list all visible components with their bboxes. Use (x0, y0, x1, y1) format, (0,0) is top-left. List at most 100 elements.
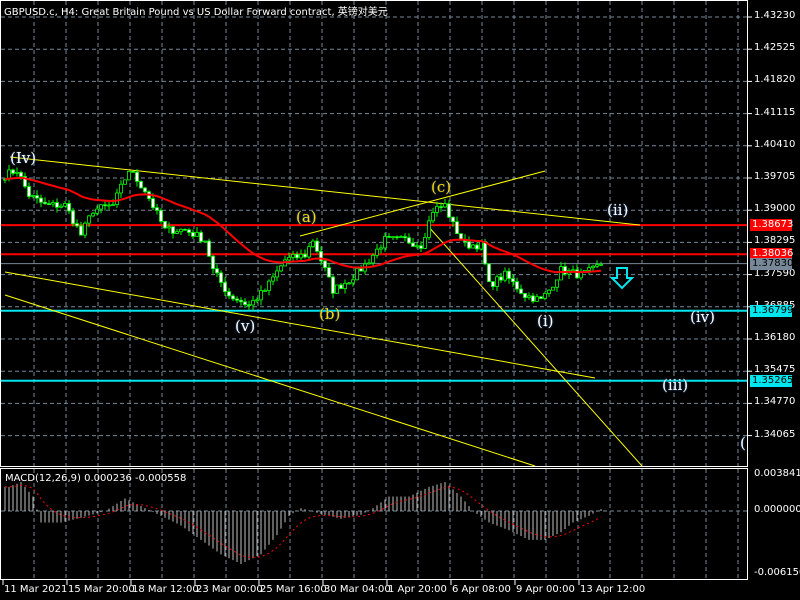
candle (375, 248, 379, 256)
price-tag: 1.36799 (750, 304, 794, 317)
candle (123, 179, 127, 185)
time-axis-label: 11 Mar 2021 (4, 584, 68, 595)
candle (183, 228, 187, 231)
candle (195, 232, 199, 237)
candle (111, 204, 115, 206)
candle (555, 279, 559, 288)
candle (143, 187, 147, 193)
time-axis-label: 6 Apr 08:00 (452, 584, 511, 595)
candle (423, 237, 427, 249)
price-axis-label: 1.38295 (754, 235, 796, 247)
macd-label: MACD(12,26,9) 0.000236 -0.000558 (5, 473, 187, 484)
macd-signal-line (5, 484, 602, 558)
candle (175, 231, 179, 234)
candle (203, 240, 207, 243)
candle (395, 236, 399, 239)
price-chart[interactable] (0, 0, 800, 600)
candle (335, 284, 339, 294)
wave-label: (ii) (607, 201, 629, 219)
wave-label: (Iv) (10, 149, 37, 167)
chart-window[interactable]: GBPUSD.c, H4: Great Britain Pound vs US … (0, 0, 800, 600)
candle (263, 290, 267, 292)
candle (199, 232, 203, 242)
candle (527, 295, 531, 298)
price-axis-label: 1.39000 (754, 203, 796, 215)
candle (231, 295, 235, 300)
candle (135, 171, 139, 182)
candle (119, 183, 123, 194)
candle (227, 291, 231, 297)
candle (379, 247, 383, 250)
candle (575, 269, 579, 279)
time-axis-label: 30 Mar 04:00 (324, 584, 391, 595)
candle (407, 237, 411, 244)
candle (391, 236, 395, 239)
candle (239, 299, 243, 303)
candle (247, 304, 251, 306)
candle (219, 272, 223, 283)
candle (495, 276, 499, 287)
candle (399, 236, 403, 238)
candle (179, 228, 183, 233)
candle (19, 171, 23, 177)
candle (163, 221, 167, 229)
candle (331, 276, 335, 294)
candle (295, 253, 299, 259)
candle (571, 269, 575, 272)
candle (167, 226, 171, 229)
candle (595, 264, 599, 267)
candle (507, 270, 511, 279)
candle (267, 280, 271, 291)
candle (115, 192, 119, 205)
candle (547, 289, 551, 294)
candle (127, 170, 131, 181)
main-frame (0, 0, 748, 467)
macd-axis-min: -0.006150 (754, 567, 800, 578)
time-axis-label: 13 Apr 12:00 (580, 584, 646, 595)
price-axis-label: 1.41820 (754, 74, 796, 86)
wave-label: (i) (537, 312, 554, 330)
candle (31, 195, 35, 197)
candle (11, 169, 15, 174)
candle (339, 284, 343, 289)
price-axis-label: 1.39705 (754, 171, 796, 182)
candle (59, 205, 63, 208)
time-axis-label: 15 Mar 20:00 (68, 584, 135, 595)
wave-label: ( (740, 434, 746, 452)
candle (343, 282, 347, 289)
candle (99, 204, 103, 210)
candle (367, 262, 371, 265)
candle (467, 241, 471, 249)
candle (355, 268, 359, 281)
candle (511, 278, 515, 283)
price-tag: 1.35265 (750, 374, 794, 387)
candle (499, 276, 503, 281)
candle (67, 203, 71, 212)
candle (171, 226, 175, 234)
candle (275, 270, 279, 278)
candle (443, 203, 447, 208)
price-axis-label: 1.34770 (754, 396, 796, 408)
candle (299, 253, 303, 259)
candle (475, 244, 479, 250)
candle (539, 296, 543, 299)
candle (587, 267, 591, 271)
candle (87, 215, 91, 224)
candle (347, 282, 351, 285)
price-axis-label: 1.43230 (754, 10, 796, 21)
time-axis-label: 23 Mar 00:00 (196, 584, 263, 595)
candle (243, 301, 247, 305)
candle (15, 171, 19, 174)
candle (51, 202, 55, 205)
time-axis-label: 1 Apr 20:00 (388, 584, 447, 595)
candle (315, 240, 319, 252)
time-axis-label: 9 Apr 00:00 (516, 584, 575, 595)
candle (151, 198, 155, 209)
candle (79, 225, 83, 236)
price-axis-label: 1.41115 (754, 106, 796, 118)
candle (459, 233, 463, 240)
price-axis-label: 1.40410 (754, 138, 796, 150)
candle (487, 263, 491, 283)
price-axis-label: 1.35475 (754, 364, 796, 376)
candle (403, 236, 407, 239)
